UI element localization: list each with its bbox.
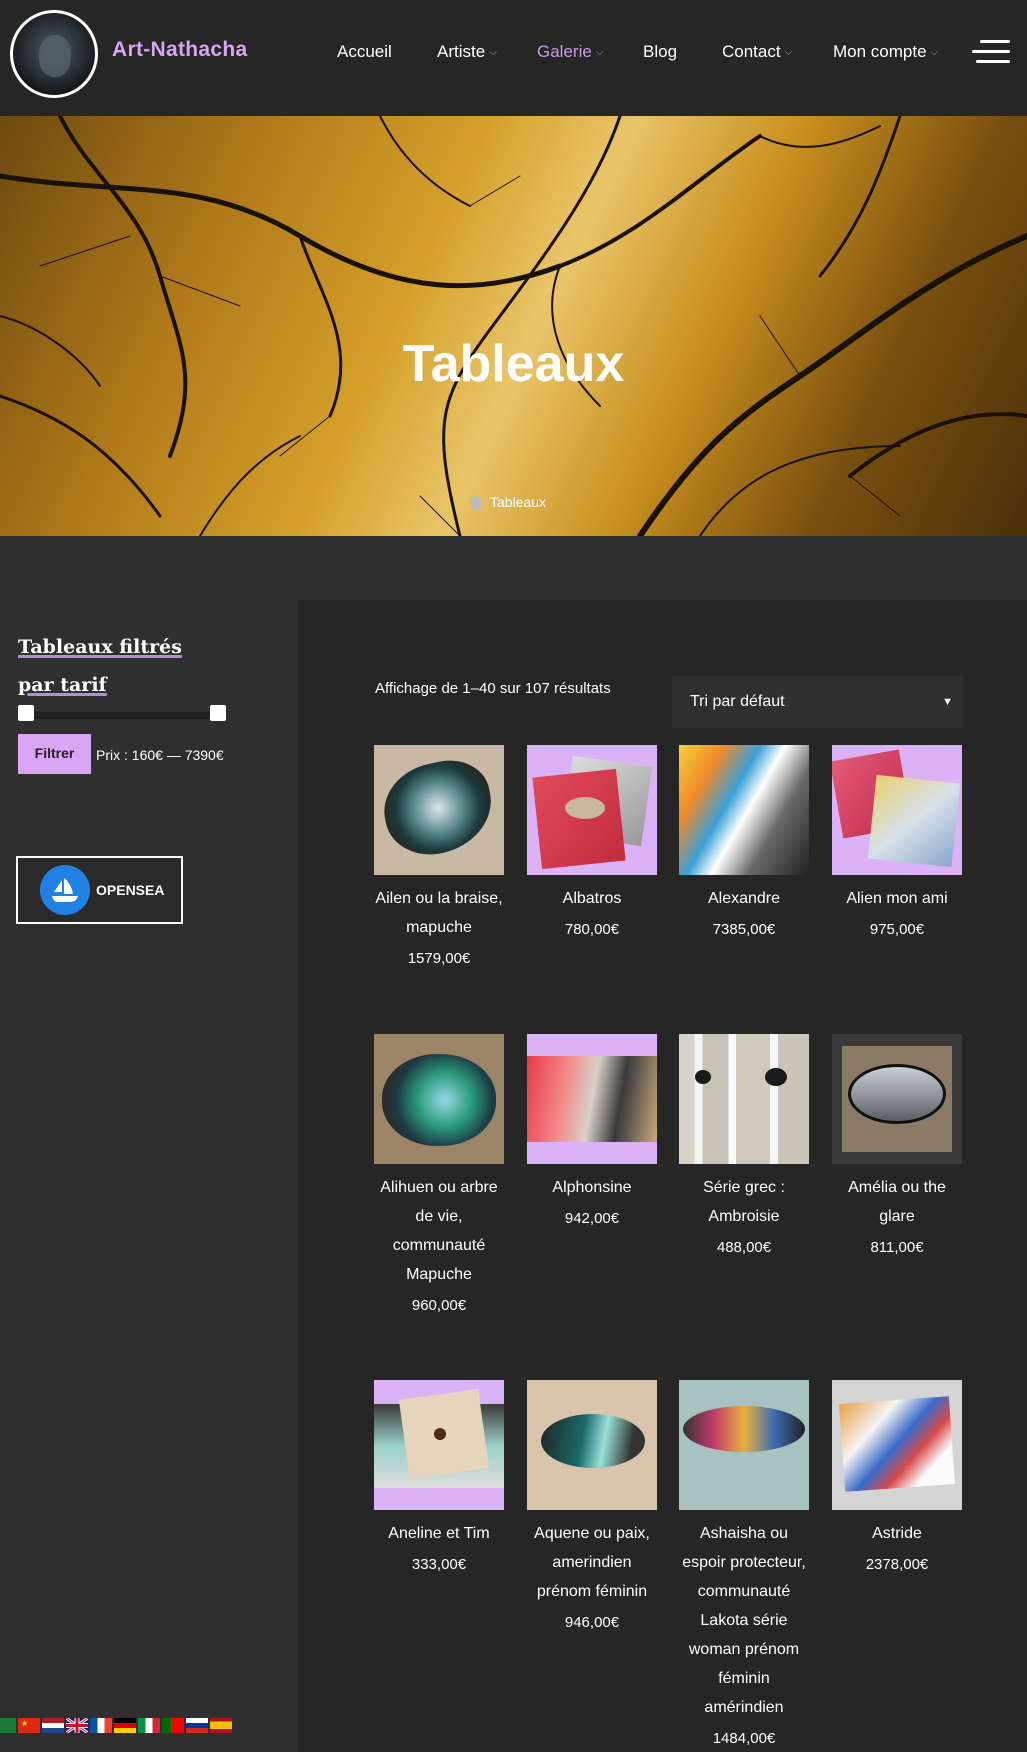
nav-artiste[interactable]: Artiste ⌵ (437, 42, 497, 62)
chevron-down-icon: ⌵ (930, 47, 939, 58)
product-image[interactable] (679, 1380, 809, 1510)
breadcrumb: Tableaux (468, 494, 546, 510)
product-image[interactable] (527, 1034, 657, 1164)
product-card[interactable]: Amélia ou the glare 811,00€ (832, 1034, 962, 1259)
product-card[interactable]: Aquene ou paix, amerindien prénom fémini… (527, 1380, 657, 1634)
flag-ru-icon[interactable] (186, 1718, 208, 1733)
chevron-down-icon: ⌵ (595, 47, 604, 58)
product-name[interactable]: Amélia ou the glare (832, 1173, 962, 1231)
product-card[interactable]: Alien mon ami 975,00€ (832, 745, 962, 941)
page-hero-banner: Tableaux Tableaux (0, 116, 1027, 536)
flag-es-icon[interactable] (210, 1718, 232, 1733)
flag-zh-icon[interactable]: ★ (18, 1718, 40, 1733)
product-price: 975,00€ (869, 921, 925, 938)
product-card[interactable]: Ailen ou la braise, mapuche 1579,00€ (374, 745, 504, 970)
product-name[interactable]: Alien mon ami (832, 884, 962, 913)
nav-mon-compte[interactable]: Mon compte ⌵ (833, 42, 938, 62)
nav-accueil[interactable]: Accueil (337, 42, 392, 62)
flag-de-icon[interactable] (114, 1718, 136, 1733)
product-card[interactable]: Alihuen ou arbre de vie, communauté Mapu… (374, 1034, 504, 1317)
product-name[interactable]: Ailen ou la braise, mapuche (374, 884, 504, 942)
product-name[interactable]: Astride (832, 1519, 962, 1548)
price-filter-title: Tableaux filtrés par tarif (18, 636, 182, 696)
product-card[interactable]: Alexandre 7385,00€ (679, 745, 809, 941)
product-price: 333,00€ (411, 1556, 467, 1573)
product-name[interactable]: Aneline et Tim (374, 1519, 504, 1548)
flag-pt-icon[interactable] (162, 1718, 184, 1733)
home-icon[interactable] (468, 495, 484, 509)
product-price: 488,00€ (716, 1239, 772, 1256)
language-switcher: ★ (0, 1718, 232, 1733)
product-name[interactable]: Alihuen ou arbre de vie, communauté Mapu… (374, 1173, 504, 1289)
sort-dropdown[interactable]: Tri par défaut ▼ (672, 676, 963, 728)
nav-blog[interactable]: Blog (643, 42, 677, 62)
result-count: Affichage de 1–40 sur 107 résultats (375, 680, 611, 697)
product-image[interactable] (679, 1034, 809, 1164)
product-price: 960,00€ (411, 1297, 467, 1314)
opensea-ship-icon (40, 865, 90, 915)
product-price: 780,00€ (564, 921, 620, 938)
product-name[interactable]: Ashaisha ou espoir protecteur, communaut… (679, 1519, 809, 1722)
product-card[interactable]: Aneline et Tim 333,00€ (374, 1380, 504, 1576)
flag-ar-icon[interactable] (0, 1718, 16, 1733)
product-name[interactable]: Alphonsine (527, 1173, 657, 1202)
site-header: Art-Nathacha Accueil Artiste ⌵ Galerie ⌵ B… (0, 0, 1027, 116)
product-card[interactable]: Ashaisha ou espoir protecteur, communaut… (679, 1380, 809, 1750)
chevron-down-icon: ⌵ (784, 47, 793, 58)
price-range-label: Prix : 160€ — 7390€ (96, 747, 224, 763)
page-title: Tableaux (402, 335, 625, 393)
product-name[interactable]: Albatros (527, 884, 657, 913)
site-title[interactable]: Art-Nathacha (112, 38, 247, 62)
product-image[interactable] (374, 1380, 504, 1510)
product-price: 2378,00€ (865, 1556, 929, 1573)
product-image[interactable] (832, 1034, 962, 1164)
chevron-down-icon: ▼ (942, 696, 953, 708)
flag-en-icon[interactable] (66, 1718, 88, 1733)
shop-main: Affichage de 1–40 sur 107 résultats Tri … (298, 600, 1027, 1752)
product-price: 1579,00€ (407, 950, 471, 967)
product-card[interactable]: Série grec : Ambroisie 488,00€ (679, 1034, 809, 1259)
opensea-label: OPENSEA (96, 882, 165, 898)
flag-nl-icon[interactable] (42, 1718, 64, 1733)
price-slider-min-handle[interactable] (18, 705, 34, 721)
product-card[interactable]: Astride 2378,00€ (832, 1380, 962, 1576)
chevron-down-icon: ⌵ (489, 47, 497, 58)
price-slider-track[interactable] (18, 712, 225, 719)
product-price: 946,00€ (564, 1614, 620, 1631)
flag-fr-icon[interactable] (90, 1718, 112, 1733)
filter-button[interactable]: Filtrer (18, 734, 91, 774)
sort-selected-value: Tri par défaut (690, 693, 785, 710)
product-image[interactable] (527, 745, 657, 875)
product-image[interactable] (832, 1380, 962, 1510)
product-image[interactable] (527, 1380, 657, 1510)
nav-galerie[interactable]: Galerie ⌵ (537, 42, 603, 62)
nav-contact[interactable]: Contact ⌵ (722, 42, 792, 62)
sidebar: Tableaux filtrés par tarif Filtrer Prix … (0, 600, 298, 1752)
product-price: 7385,00€ (712, 921, 776, 938)
product-card[interactable]: Alphonsine 942,00€ (527, 1034, 657, 1230)
product-image[interactable] (374, 745, 504, 875)
product-price: 811,00€ (870, 1239, 924, 1256)
opensea-button[interactable]: OPENSEA (16, 856, 183, 924)
product-name[interactable]: Alexandre (679, 884, 809, 913)
product-name[interactable]: Aquene ou paix, amerindien prénom fémini… (527, 1519, 657, 1606)
product-image[interactable] (832, 745, 962, 875)
breadcrumb-current: Tableaux (490, 494, 547, 510)
product-name[interactable]: Série grec : Ambroisie (679, 1173, 809, 1231)
tree-branches-image (0, 116, 1027, 536)
flag-it-icon[interactable] (138, 1718, 160, 1733)
product-image[interactable] (374, 1034, 504, 1164)
price-slider-max-handle[interactable] (210, 705, 226, 721)
product-image[interactable] (679, 745, 809, 875)
site-logo-avatar[interactable] (10, 10, 98, 98)
product-card[interactable]: Albatros 780,00€ (527, 745, 657, 941)
product-price: 1484,00€ (712, 1730, 776, 1747)
hamburger-icon[interactable] (972, 40, 1010, 64)
product-price: 942,00€ (564, 1210, 620, 1227)
